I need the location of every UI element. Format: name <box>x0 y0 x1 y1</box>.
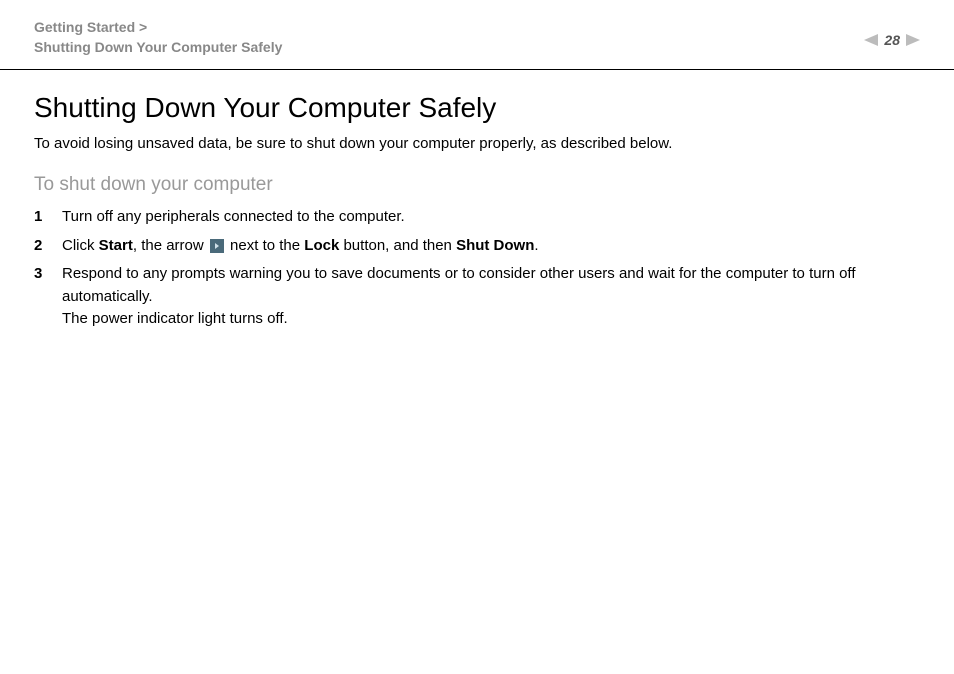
step-text: Click Start, the arrow next to the Lock … <box>62 235 920 258</box>
step-item: 1Turn off any peripherals connected to t… <box>34 206 920 229</box>
bold-text: Lock <box>304 237 339 254</box>
intro-text: To avoid losing unsaved data, be sure to… <box>34 134 920 154</box>
arrow-icon <box>210 239 224 253</box>
step-number: 3 <box>34 263 62 331</box>
page-title: Shutting Down Your Computer Safely <box>34 92 920 124</box>
step-text: Turn off any peripherals connected to th… <box>62 206 920 229</box>
steps-list: 1Turn off any peripherals connected to t… <box>34 206 920 331</box>
step-text: Respond to any prompts warning you to sa… <box>62 263 920 331</box>
step-number: 1 <box>34 206 62 229</box>
breadcrumb-line1: Getting Started > <box>34 18 282 38</box>
page-number: 28 <box>884 32 900 48</box>
bold-text: Shut Down <box>456 237 534 254</box>
step-number: 2 <box>34 235 62 258</box>
subheading: To shut down your computer <box>34 174 920 196</box>
page-header: Getting Started > Shutting Down Your Com… <box>0 0 954 70</box>
step-item: 2Click Start, the arrow next to the Lock… <box>34 235 920 258</box>
page-navigation: 28 <box>864 18 920 48</box>
bold-text: Start <box>99 237 133 254</box>
step-item: 3Respond to any prompts warning you to s… <box>34 263 920 331</box>
next-page-icon[interactable] <box>906 34 920 46</box>
breadcrumb-line2: Shutting Down Your Computer Safely <box>34 38 282 58</box>
page-content: Shutting Down Your Computer Safely To av… <box>0 70 954 359</box>
prev-page-icon[interactable] <box>864 34 878 46</box>
breadcrumb: Getting Started > Shutting Down Your Com… <box>34 18 282 57</box>
